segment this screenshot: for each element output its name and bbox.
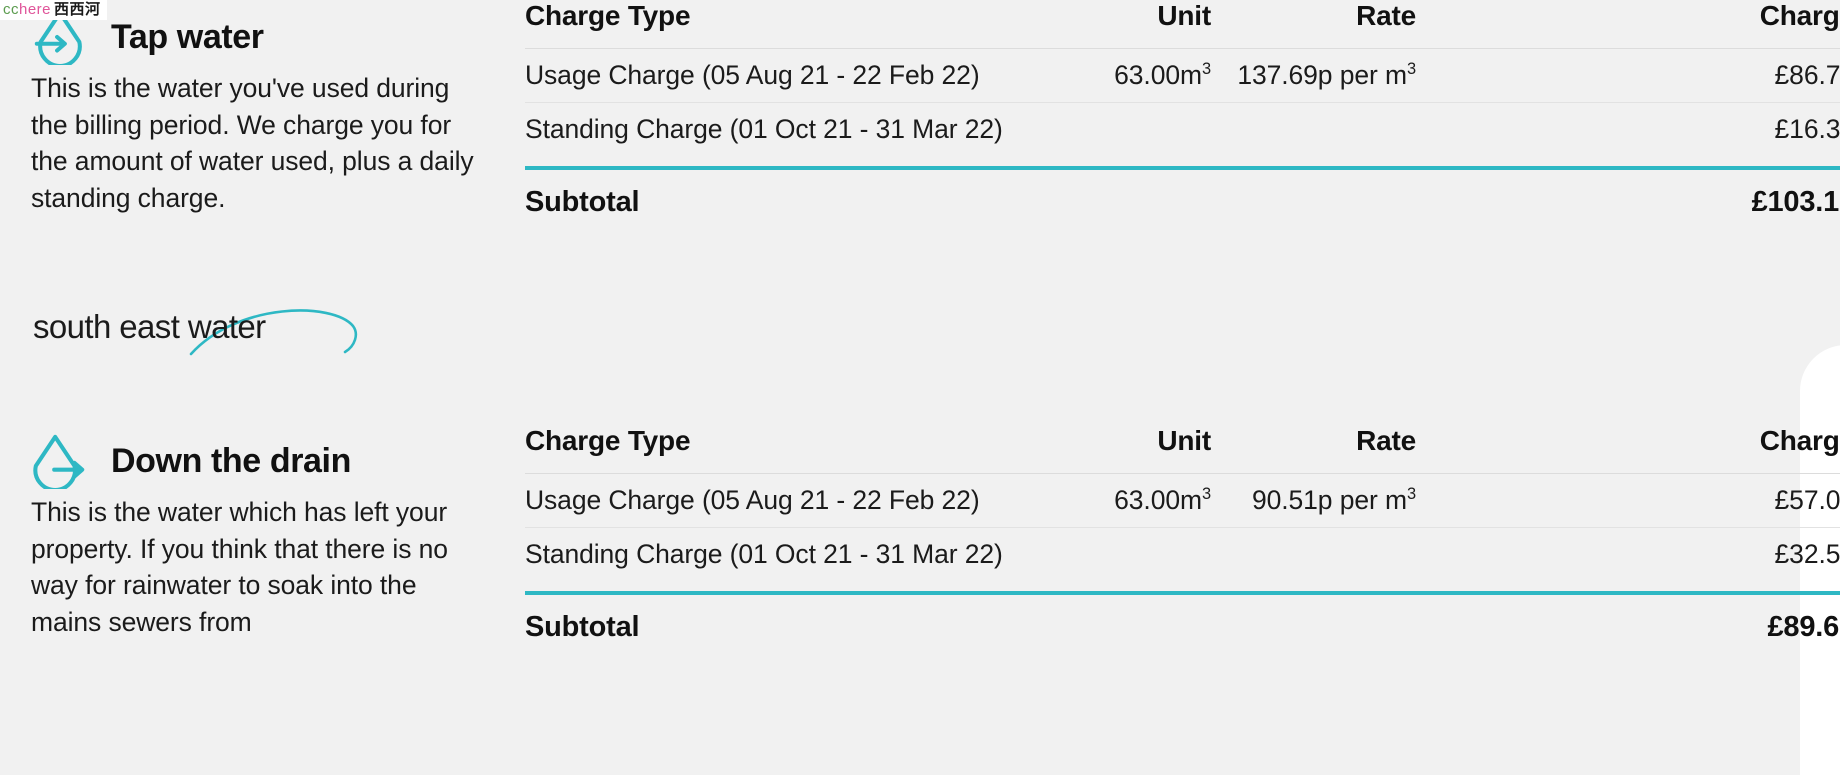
charges-table: Charge Type Unit Rate Charge Usage Charg… — [525, 0, 1840, 156]
cell-charge-type: Usage Charge (05 Aug 21 - 22 Feb 22) — [525, 474, 1077, 528]
table-row: Standing Charge (01 Oct 21 - 31 Mar 22) … — [525, 528, 1840, 582]
table-header-row: Charge Type Unit Rate Charge — [525, 0, 1840, 49]
subtotal-value: £89.61 — [1768, 611, 1840, 644]
subtotal-label: Subtotal — [525, 611, 639, 644]
cell-charge: £57.02 — [1430, 474, 1840, 528]
cell-charge-type: Standing Charge (01 Oct 21 - 31 Mar 22) — [525, 103, 1077, 157]
info-section-tap-water: Tap water This is the water you've used … — [31, 8, 481, 216]
column-header-charge-type: Charge Type — [525, 425, 1077, 474]
watermark-here: here — [19, 1, 51, 18]
section-title: Down the drain — [111, 442, 351, 481]
charges-table-tap-water: Charge Type Unit Rate Charge Usage Charg… — [525, 0, 1840, 230]
subtotal-row: Subtotal £89.61 — [525, 595, 1840, 655]
cell-charge: £32.59 — [1430, 528, 1840, 582]
section-body-text: This is the water which has left your pr… — [31, 494, 479, 640]
watermark-cn: 西西河 — [51, 1, 101, 18]
cell-rate: 137.69p per m3 — [1225, 49, 1430, 103]
cell-unit-exponent: 3 — [1202, 485, 1211, 503]
watermark: cchere西西河 — [0, 0, 107, 20]
cell-unit — [1077, 528, 1225, 582]
info-section-down-the-drain: Down the drain This is the water which h… — [31, 432, 481, 640]
column-header-unit: Unit — [1077, 425, 1225, 474]
logo-wordmark: south east water — [33, 308, 266, 346]
cell-unit: 63.00m3 — [1077, 49, 1225, 103]
cell-charge-type: Standing Charge (01 Oct 21 - 31 Mar 22) — [525, 528, 1077, 582]
cell-rate-exponent: 3 — [1407, 60, 1416, 78]
table-row: Standing Charge (01 Oct 21 - 31 Mar 22) … — [525, 103, 1840, 157]
section-header: Down the drain — [31, 432, 481, 490]
left-info-column: Tap water This is the water you've used … — [0, 0, 500, 769]
cell-unit-exponent: 3 — [1202, 60, 1211, 78]
cell-charge-type: Usage Charge (05 Aug 21 - 22 Feb 22) — [525, 49, 1077, 103]
column-header-rate: Rate — [1225, 0, 1430, 49]
table-row: Usage Charge (05 Aug 21 - 22 Feb 22) 63.… — [525, 474, 1840, 528]
cell-rate-value: 90.51p per m — [1252, 485, 1407, 515]
cell-unit-value: 63.00m — [1114, 485, 1202, 515]
column-header-charge: Charge — [1430, 0, 1840, 49]
cell-rate-exponent: 3 — [1407, 485, 1416, 503]
cell-unit-value: 63.00m — [1114, 60, 1202, 90]
cell-rate — [1225, 528, 1430, 582]
subtotal-value: £103.12 — [1752, 186, 1840, 219]
cell-rate-value: 137.69p per m — [1237, 60, 1407, 90]
cell-rate: 90.51p per m3 — [1225, 474, 1430, 528]
section-body-text: This is the water you've used during the… — [31, 70, 479, 216]
table-row: Usage Charge (05 Aug 21 - 22 Feb 22) 63.… — [525, 49, 1840, 103]
subtotal-label: Subtotal — [525, 186, 639, 219]
cell-rate — [1225, 103, 1430, 157]
cell-unit — [1077, 103, 1225, 157]
cell-charge: £86.74 — [1430, 49, 1840, 103]
cell-unit: 63.00m3 — [1077, 474, 1225, 528]
charges-table-down-the-drain: Charge Type Unit Rate Charge Usage Charg… — [525, 425, 1840, 655]
section-title: Tap water — [111, 18, 264, 57]
column-header-charge: Charge — [1430, 425, 1840, 474]
charges-table: Charge Type Unit Rate Charge Usage Charg… — [525, 425, 1840, 581]
table-header-row: Charge Type Unit Rate Charge — [525, 425, 1840, 474]
water-drop-outflow-icon — [31, 433, 89, 489]
column-header-charge-type: Charge Type — [525, 0, 1077, 49]
column-header-rate: Rate — [1225, 425, 1430, 474]
column-header-unit: Unit — [1077, 0, 1225, 49]
subtotal-row: Subtotal £103.12 — [525, 170, 1840, 230]
cell-charge: £16.38 — [1430, 103, 1840, 157]
watermark-cc: cc — [3, 1, 19, 18]
south-east-water-logo: south east water — [33, 296, 363, 358]
